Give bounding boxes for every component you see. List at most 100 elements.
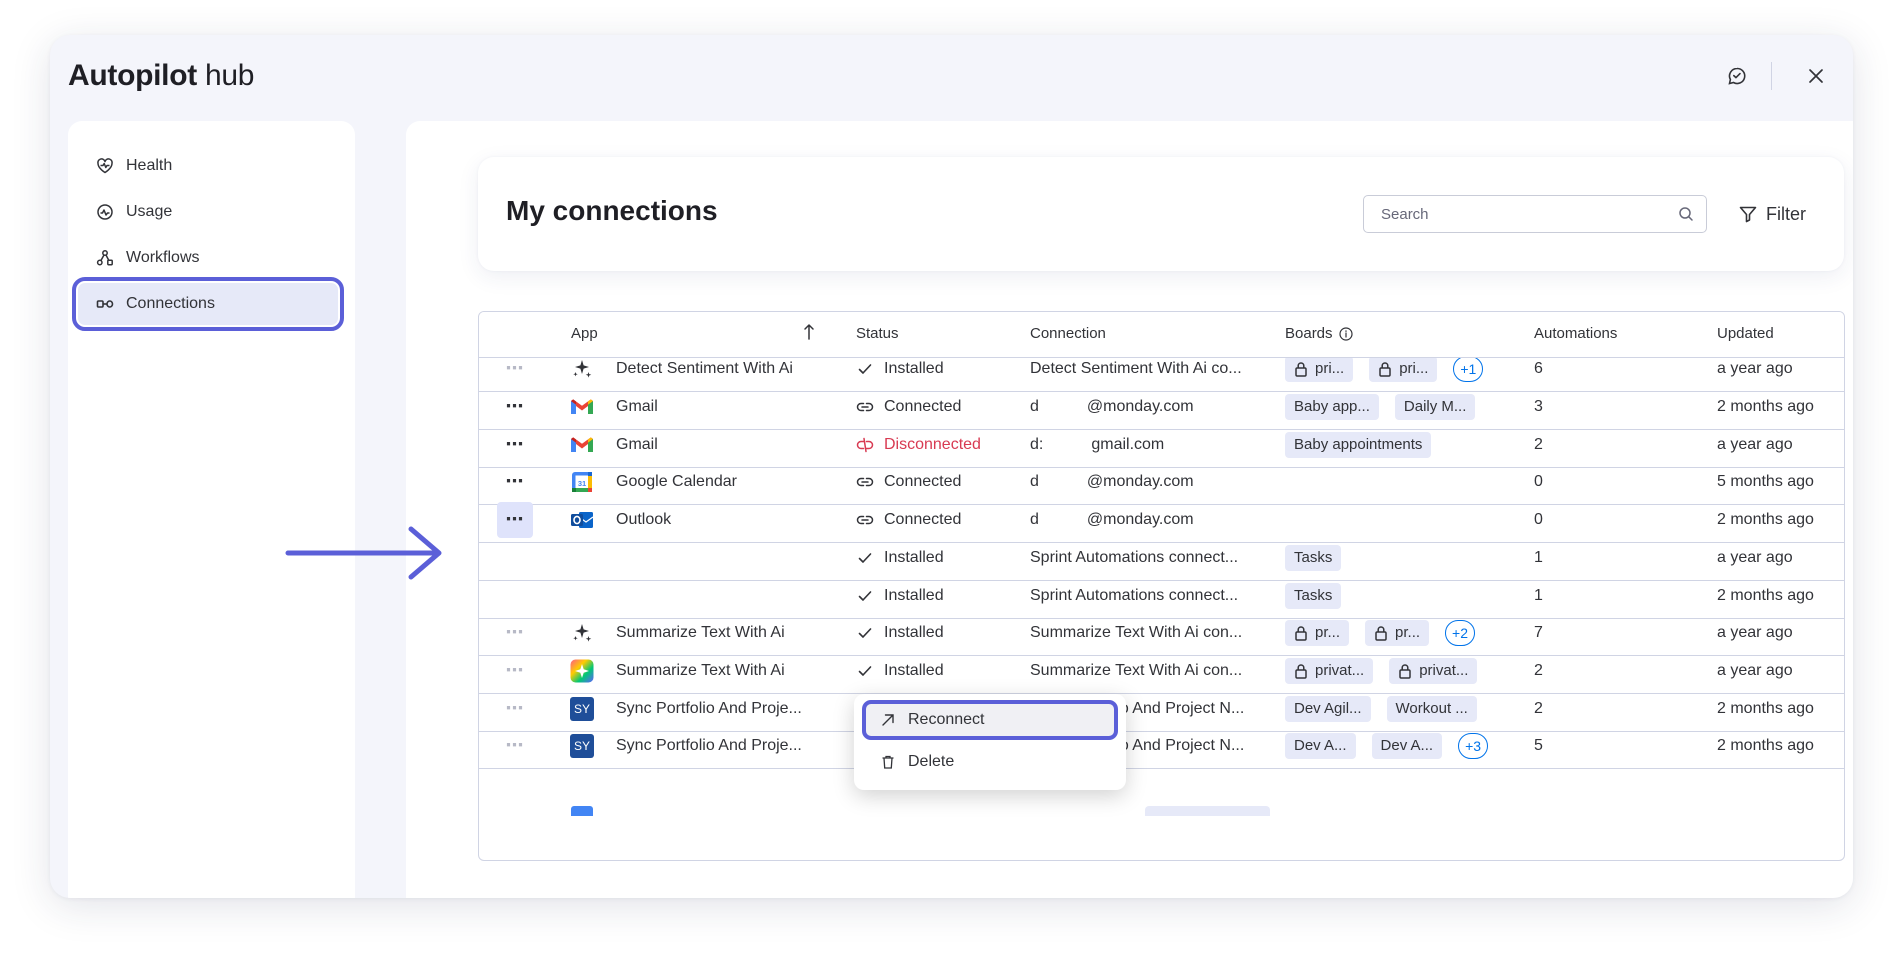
workflow-icon xyxy=(96,250,113,266)
autopilot-hub-window: Autopilot hub Health Usage Workflows Con… xyxy=(50,35,1853,898)
connection-name: Summarize Text With Ai con... xyxy=(1030,661,1243,679)
status-label: Installed xyxy=(884,548,944,566)
svg-text:31: 31 xyxy=(578,479,586,488)
board-chip[interactable]: Dev Agil... xyxy=(1285,695,1371,722)
row-menu-button[interactable]: ⋯ xyxy=(497,358,533,387)
feedback-icon[interactable] xyxy=(1720,59,1754,93)
row-menu-button[interactable]: ⋯ xyxy=(497,653,533,689)
connection-account-prefix: d xyxy=(1030,510,1039,528)
more-boards-badge[interactable]: +1 xyxy=(1453,358,1484,382)
lock-icon xyxy=(1294,625,1308,641)
gauge-icon xyxy=(97,204,113,220)
lock-icon xyxy=(1294,663,1308,679)
lock-icon xyxy=(1294,361,1308,377)
column-header-status[interactable]: Status xyxy=(856,325,899,342)
sparkle-icon xyxy=(571,358,593,380)
row-menu-button[interactable]: ⋯ xyxy=(497,464,533,500)
delete-menu-item[interactable]: Delete xyxy=(866,746,1114,778)
table-header: App Status Connection Boards Automations… xyxy=(479,312,1844,358)
column-header-label: Connection xyxy=(1030,325,1106,342)
sy-badge-icon: SY xyxy=(570,696,594,721)
status-label: Connected xyxy=(884,510,962,528)
sidebar-item-workflows[interactable]: Workflows xyxy=(78,237,338,279)
filter-button[interactable]: Filter xyxy=(1732,199,1812,229)
table-row[interactable] xyxy=(479,799,1844,845)
board-chip[interactable]: pri... xyxy=(1285,358,1354,382)
sy-badge-icon: SY xyxy=(570,733,594,758)
board-chip[interactable]: Dev A... xyxy=(1371,732,1443,759)
status-label: Disconnected xyxy=(884,435,981,453)
row-menu-button[interactable]: ⋯ xyxy=(497,691,533,727)
column-header-connection[interactable]: Connection xyxy=(1030,325,1106,342)
board-chip[interactable]: pr... xyxy=(1285,619,1350,646)
board-chip[interactable]: Baby app... xyxy=(1285,393,1379,420)
reconnect-menu-item[interactable]: Reconnect xyxy=(862,700,1118,740)
search-box[interactable] xyxy=(1363,195,1707,233)
lock-icon xyxy=(1378,361,1392,377)
more-boards-badge[interactable]: +3 xyxy=(1458,732,1489,759)
board-chip[interactable]: Dev A... xyxy=(1285,732,1356,759)
board-chip[interactable]: Tasks xyxy=(1285,544,1342,571)
check-icon xyxy=(856,550,874,566)
board-chip-label: pri... xyxy=(1399,360,1429,377)
connections-table: App Status Connection Boards Automations… xyxy=(478,311,1845,861)
check-icon xyxy=(856,625,874,641)
status-label: Installed xyxy=(884,661,944,679)
sidebar-item-connections[interactable]: Connections xyxy=(72,277,344,331)
search-input[interactable] xyxy=(1381,205,1678,223)
column-header-updated[interactable]: Updated xyxy=(1717,325,1774,342)
row-menu-cell: ⋯ xyxy=(495,723,535,768)
column-header-label: App xyxy=(571,325,598,342)
board-chip[interactable]: pri... xyxy=(1369,358,1438,382)
board-chip[interactable]: pr... xyxy=(1365,619,1430,646)
column-header-app[interactable]: App xyxy=(571,325,598,342)
board-chip[interactable]: privat... xyxy=(1389,657,1478,684)
sidebar-item-label: Connections xyxy=(126,295,215,312)
board-chip-label: Workout ... xyxy=(1395,700,1468,717)
column-header-automations[interactable]: Automations xyxy=(1534,325,1617,342)
link-icon xyxy=(856,473,874,491)
page-title: My connections xyxy=(506,195,718,226)
connection-name: Summarize Text With Ai con... xyxy=(1030,623,1243,641)
lock-icon xyxy=(1374,625,1388,641)
connection-name: Sprint Automations connect... xyxy=(1030,548,1239,566)
app-title-bold: Autopilot xyxy=(68,59,197,92)
check-icon xyxy=(856,663,874,679)
column-header-boards[interactable]: Boards xyxy=(1285,325,1353,342)
sidebar-item-usage[interactable]: Usage xyxy=(78,191,338,233)
search-icon xyxy=(1679,207,1693,221)
filter-icon xyxy=(1739,206,1757,223)
pointer-arrow-icon xyxy=(285,526,442,580)
app-name: Sync Portfolio And Proje... xyxy=(616,736,802,754)
connection-account-prefix: d xyxy=(1030,472,1039,490)
close-icon[interactable] xyxy=(1799,59,1833,93)
board-chip-label: Dev A... xyxy=(1380,737,1434,754)
board-chip[interactable]: Tasks xyxy=(1285,582,1342,609)
more-boards-badge[interactable]: +2 xyxy=(1445,619,1475,646)
board-chip-label: Daily M... xyxy=(1403,398,1467,415)
sort-arrow-up-icon[interactable] xyxy=(803,323,815,341)
sidebar-item-label: Health xyxy=(126,157,173,174)
table-row[interactable]: ⋯SYSync Portfolio And Proje...InstalledS… xyxy=(479,723,1844,769)
row-menu-button[interactable]: ⋯ xyxy=(497,728,533,764)
info-icon[interactable] xyxy=(1338,326,1353,341)
column-header-label: Automations xyxy=(1534,325,1618,342)
sidebar-item-health[interactable]: Health xyxy=(78,145,338,187)
board-chip[interactable]: Workout ... xyxy=(1386,695,1477,722)
board-chip-label: pri... xyxy=(1315,360,1345,377)
sparkle-icon xyxy=(571,622,593,644)
connection-account-domain: @monday.com xyxy=(1086,397,1194,415)
row-menu-button[interactable]: ⋯ xyxy=(497,427,533,463)
gmail-icon xyxy=(570,398,594,416)
board-chip[interactable]: Daily M... xyxy=(1394,393,1476,420)
row-context-menu: Reconnect Delete xyxy=(854,694,1126,790)
board-chip[interactable]: Baby appointments xyxy=(1285,431,1432,458)
link-icon xyxy=(856,511,874,529)
row-menu-button[interactable]: ⋯ xyxy=(497,389,533,425)
board-chip-label: Baby appointments xyxy=(1294,436,1423,453)
ai-gradient-icon xyxy=(570,659,594,683)
board-chip-label: Dev Agil... xyxy=(1294,700,1362,717)
row-menu-button[interactable]: ⋯ xyxy=(497,615,533,651)
row-menu-button[interactable]: ⋯ xyxy=(497,501,533,538)
board-chip[interactable]: privat... xyxy=(1285,657,1374,684)
